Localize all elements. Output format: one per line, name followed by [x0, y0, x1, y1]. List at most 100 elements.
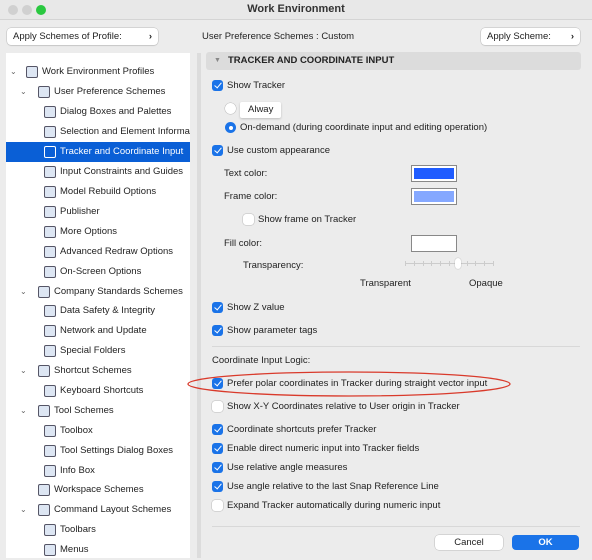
tree-item[interactable]: ⌄ Work Environment Profiles	[6, 62, 190, 82]
text-color-swatch[interactable]	[411, 165, 457, 182]
keyboard-icon	[44, 385, 56, 397]
show-frame-checkbox[interactable]	[243, 214, 254, 225]
tracker-icon	[44, 146, 56, 158]
cancel-button[interactable]: Cancel	[435, 535, 503, 550]
show-params-label: Show parameter tags	[227, 325, 318, 336]
tree-item[interactable]: ⌄ Tool Schemes	[6, 401, 190, 421]
tree-item-label: Shortcut Schemes	[54, 365, 132, 376]
slider-tick	[475, 261, 477, 266]
chevron-down-icon[interactable]: ⌄	[20, 361, 27, 381]
section-header[interactable]: ▼ TRACKER AND COORDINATE INPUT	[206, 52, 581, 70]
show-tracker-checkbox[interactable]	[212, 80, 223, 91]
logic-option-label: Show X-Y Coordinates relative to User or…	[227, 401, 460, 412]
shortcut-schemes-icon	[38, 365, 50, 377]
transparency-label: Transparency:	[243, 260, 304, 271]
tree-item[interactable]: ⌄ Command Layout Schemes	[6, 500, 190, 520]
tree-item[interactable]: Publisher	[6, 202, 190, 222]
tree-item[interactable]: Data Safety & Integrity	[6, 301, 190, 321]
tree-item[interactable]: Menus	[6, 540, 190, 560]
tree-item-label: Menus	[60, 544, 89, 555]
tree-item[interactable]: ⌄ User Preference Schemes	[6, 82, 190, 102]
transparency-slider[interactable]	[405, 258, 494, 269]
tree-item-label: Special Folders	[60, 345, 126, 356]
highlight-ellipse	[187, 371, 511, 397]
chevron-down-icon[interactable]: ⌄	[20, 82, 27, 102]
tree-item[interactable]: Tracker and Coordinate Input	[6, 142, 190, 162]
title-bar: Work Environment	[0, 0, 592, 20]
scheme-tree[interactable]: ⌄ Work Environment Profiles ⌄ User Preferen…	[6, 53, 190, 558]
logic-option-label: Coordinate shortcuts prefer Tracker	[227, 424, 377, 435]
toolbars-icon	[44, 524, 56, 536]
tree-item[interactable]: Tool Settings Dialog Boxes	[6, 441, 190, 461]
logic-option-label: Use angle relative to the last Snap Refe…	[227, 481, 439, 492]
tree-item[interactable]: On-Screen Options	[6, 262, 190, 282]
apply-scheme-label: Apply Scheme:	[487, 31, 551, 42]
chevron-down-icon[interactable]: ⌄	[20, 282, 27, 302]
slider-tick	[431, 261, 433, 266]
tree-item-label: Tracker and Coordinate Input	[60, 146, 184, 157]
minimize-button[interactable]	[22, 5, 32, 15]
tree-item[interactable]: ⌄ Company Standards Schemes	[6, 282, 190, 302]
chevron-down-icon[interactable]: ⌄	[20, 401, 27, 421]
on-screen-icon	[44, 266, 56, 278]
tree-item[interactable]: Toolbars	[6, 520, 190, 540]
logic-option-checkbox[interactable]	[212, 443, 223, 454]
on-demand-radio[interactable]	[225, 122, 236, 133]
disclosure-triangle-icon: ▼	[214, 57, 221, 64]
data-safety-icon	[44, 305, 56, 317]
close-button[interactable]	[8, 5, 18, 15]
tree-item[interactable]: Special Folders	[6, 341, 190, 361]
slider-thumb[interactable]	[454, 258, 461, 269]
tree-item[interactable]: Keyboard Shortcuts	[6, 381, 190, 401]
tree-item[interactable]: Dialog Boxes and Palettes	[6, 102, 190, 122]
tree-item-label: More Options	[60, 226, 118, 237]
logic-option-label: Enable direct numeric input into Tracker…	[227, 443, 420, 454]
on-demand-label: On-demand (during coordinate input and e…	[240, 122, 488, 133]
cursor-icon	[44, 166, 56, 178]
tree-item-label: Workspace Schemes	[54, 484, 144, 495]
chevron-down-icon[interactable]: ⌄	[20, 500, 27, 520]
tree-item-label: Model Rebuild Options	[60, 186, 157, 197]
chevron-down-icon[interactable]: ⌄	[10, 62, 17, 82]
apply-scheme-popup[interactable]: Apply Scheme: ›	[481, 28, 580, 45]
always-label: Alway	[240, 102, 282, 118]
tree-item[interactable]: Input Constraints and Guides	[6, 162, 190, 182]
logic-option-checkbox[interactable]	[212, 462, 223, 473]
tree-item[interactable]: Selection and Element Information	[6, 122, 190, 142]
slider-tick	[466, 261, 468, 266]
tree-item-label: Command Layout Schemes	[54, 504, 172, 515]
fill-color-swatch[interactable]	[411, 235, 457, 252]
apply-profile-popup[interactable]: Apply Schemes of Profile: ›	[7, 28, 158, 45]
tree-item[interactable]: Model Rebuild Options	[6, 182, 190, 202]
tree-item[interactable]: Advanced Redraw Options	[6, 242, 190, 262]
separator	[212, 346, 580, 347]
tree-item[interactable]: Info Box	[6, 461, 190, 481]
tree-item[interactable]: Network and Update	[6, 321, 190, 341]
separator	[212, 526, 580, 527]
tree-item[interactable]: Toolbox	[6, 421, 190, 441]
selection-info-icon	[44, 126, 56, 138]
slider-tick	[422, 261, 424, 266]
splitter[interactable]	[197, 53, 201, 558]
show-z-checkbox[interactable]	[212, 302, 223, 313]
show-frame-label: Show frame on Tracker	[258, 214, 357, 225]
tree-item[interactable]: ⌄ Shortcut Schemes	[6, 361, 190, 381]
tree-item-label: Input Constraints and Guides	[60, 166, 184, 177]
always-radio[interactable]	[225, 103, 236, 114]
logic-option-checkbox[interactable]	[212, 481, 223, 492]
tree-item-label: Toolbars	[60, 524, 96, 535]
tree-item-label: Network and Update	[60, 325, 147, 336]
ok-button[interactable]: OK	[512, 535, 579, 550]
frame-color-swatch[interactable]	[411, 188, 457, 205]
tree-item-label: Data Safety & Integrity	[60, 305, 156, 316]
show-params-checkbox[interactable]	[212, 325, 223, 336]
logic-option-checkbox[interactable]	[212, 500, 223, 511]
logic-option-checkbox[interactable]	[212, 424, 223, 435]
tree-item[interactable]: More Options	[6, 222, 190, 242]
transparent-label: Transparent	[360, 278, 411, 289]
custom-appearance-checkbox[interactable]	[212, 145, 223, 156]
tree-item[interactable]: Workspace Schemes	[6, 480, 190, 500]
logic-option-checkbox[interactable]	[212, 401, 223, 412]
slider-tick	[449, 261, 450, 266]
zoom-button[interactable]	[36, 5, 46, 15]
